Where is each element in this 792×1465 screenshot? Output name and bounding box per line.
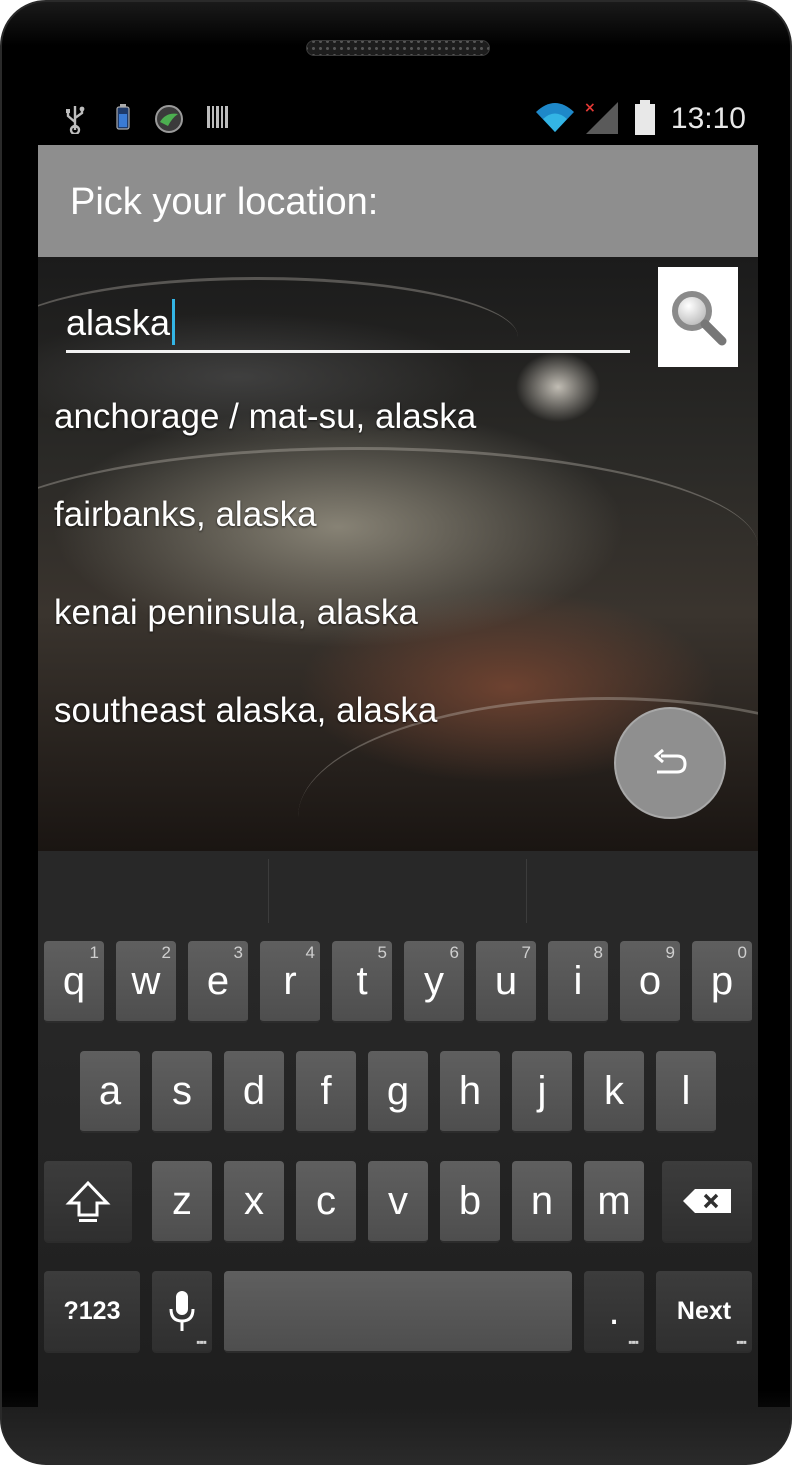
key-label: w xyxy=(131,958,161,1003)
battery-icon xyxy=(635,100,655,135)
key-label: . xyxy=(608,1288,620,1333)
key-a[interactable]: a xyxy=(80,1051,140,1133)
location-picker: alaska anchorage / mat-su, alaska fairba… xyxy=(38,257,758,851)
key-hint: 0 xyxy=(737,943,747,962)
key-i[interactable]: i8 xyxy=(548,941,608,1023)
backspace-key[interactable] xyxy=(662,1161,752,1243)
mic-icon xyxy=(169,1291,195,1331)
suggestion-item[interactable]: anchorage / mat-su, alaska xyxy=(54,397,614,457)
space-key[interactable] xyxy=(224,1271,572,1353)
key-hint: 8 xyxy=(593,943,603,962)
key-hint: 2 xyxy=(161,943,171,962)
key-y[interactable]: y6 xyxy=(404,941,464,1023)
key-label: p xyxy=(710,958,734,1003)
key-label: t xyxy=(356,958,368,1003)
app-screen: Pick your location: alaska anchorage / m… xyxy=(38,145,758,1407)
key-label: y xyxy=(424,958,444,1003)
signal-icon: × xyxy=(584,100,618,134)
key-o[interactable]: o9 xyxy=(620,941,680,1023)
search-input-value: alaska xyxy=(66,302,171,343)
clock: 13:10 xyxy=(670,102,746,135)
bottom-bezel xyxy=(2,1407,790,1463)
key-u[interactable]: u7 xyxy=(476,941,536,1023)
key-hint: 9 xyxy=(665,943,675,962)
key-b[interactable]: b xyxy=(440,1161,500,1243)
wifi-icon xyxy=(536,103,574,132)
key-label: q xyxy=(62,958,86,1003)
key-more-indicator: ▪▪▪ xyxy=(628,1335,639,1349)
shift-key[interactable] xyxy=(44,1161,132,1243)
key-r[interactable]: r4 xyxy=(260,941,320,1023)
strip-divider xyxy=(268,859,269,923)
key-p[interactable]: p0 xyxy=(692,941,752,1023)
app-status-icon xyxy=(155,105,183,133)
shift-icon xyxy=(65,1180,111,1222)
title-bar: Pick your location: xyxy=(38,145,758,257)
key-j[interactable]: j xyxy=(512,1051,572,1133)
suggestion-item[interactable]: kenai peninsula, alaska xyxy=(54,593,614,653)
key-hint: 1 xyxy=(89,943,99,962)
key-label: o xyxy=(638,958,662,1003)
key-label: r xyxy=(283,958,297,1003)
key-g[interactable]: g xyxy=(368,1051,428,1133)
page-title: Pick your location: xyxy=(70,181,379,223)
period-key[interactable]: . ▪▪▪ xyxy=(584,1271,644,1353)
key-hint: 7 xyxy=(521,943,531,962)
key-t[interactable]: t5 xyxy=(332,941,392,1023)
suggestion-strip xyxy=(38,851,758,927)
key-k[interactable]: k xyxy=(584,1051,644,1133)
key-more-indicator: ▪▪▪ xyxy=(196,1335,207,1349)
key-label: e xyxy=(206,958,230,1003)
key-n[interactable]: n xyxy=(512,1161,572,1243)
key-w[interactable]: w2 xyxy=(116,941,176,1023)
key-e[interactable]: e3 xyxy=(188,941,248,1023)
speaker-grille xyxy=(306,40,490,56)
key-q[interactable]: q1 xyxy=(44,941,104,1023)
key-z[interactable]: z xyxy=(152,1161,212,1243)
key-c[interactable]: c xyxy=(296,1161,356,1243)
suggestion-item[interactable]: southeast alaska, alaska xyxy=(54,691,614,751)
text-cursor xyxy=(172,299,176,345)
key-x[interactable]: x xyxy=(224,1161,284,1243)
key-hint: 5 xyxy=(377,943,387,962)
search-input[interactable]: alaska xyxy=(66,277,630,353)
undo-icon xyxy=(653,748,687,774)
key-s[interactable]: s xyxy=(152,1051,212,1133)
key-f[interactable]: f xyxy=(296,1051,356,1133)
key-l[interactable]: l xyxy=(656,1051,716,1133)
key-label: u xyxy=(494,958,518,1003)
status-bar: × 13:10 xyxy=(38,98,758,144)
next-key[interactable]: Next ▪▪▪ xyxy=(656,1271,752,1353)
search-icon xyxy=(672,291,727,346)
mic-key[interactable]: ▪▪▪ xyxy=(152,1271,212,1353)
key-d[interactable]: d xyxy=(224,1051,284,1133)
usb-icon xyxy=(66,106,85,134)
key-more-indicator: ▪▪▪ xyxy=(736,1335,747,1349)
key-hint: 6 xyxy=(449,943,459,962)
soft-keyboard: q1 w2 e3 r4 t5 y6 u7 i8 o9 p0 a s d f g … xyxy=(38,851,758,1407)
battery-small-icon xyxy=(116,104,130,130)
key-h[interactable]: h xyxy=(440,1051,500,1133)
key-m[interactable]: m xyxy=(584,1161,644,1243)
suggestion-item[interactable]: fairbanks, alaska xyxy=(54,495,614,555)
key-label: i xyxy=(573,958,583,1003)
key-hint: 3 xyxy=(233,943,243,962)
key-label: Next xyxy=(676,1296,732,1325)
symbols-key[interactable]: ?123 xyxy=(44,1271,140,1353)
key-hint: 4 xyxy=(305,943,315,962)
barcode-icon xyxy=(207,106,228,128)
search-button[interactable] xyxy=(658,267,738,367)
phone-frame: × 13:10 Pick your location: alaska ancho… xyxy=(0,0,792,1465)
undo-button[interactable] xyxy=(614,707,726,819)
strip-divider xyxy=(526,859,527,923)
backspace-icon xyxy=(683,1189,731,1213)
svg-text:×: × xyxy=(584,100,596,116)
key-v[interactable]: v xyxy=(368,1161,428,1243)
